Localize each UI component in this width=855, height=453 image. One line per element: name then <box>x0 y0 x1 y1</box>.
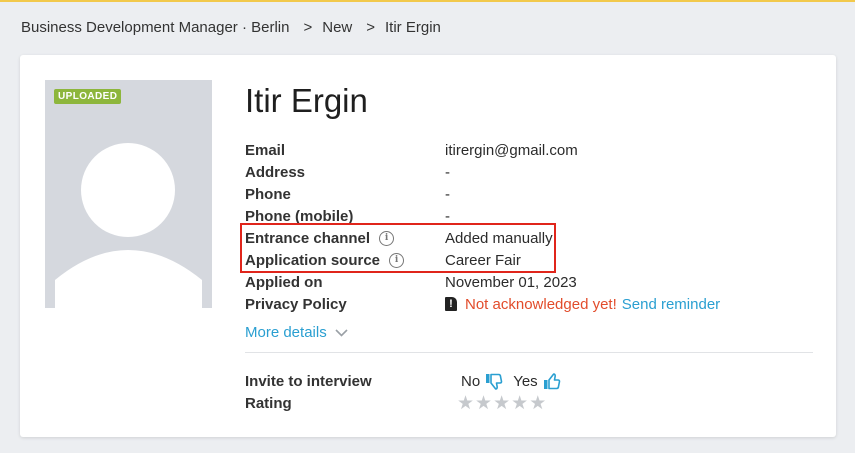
chevron-down-icon <box>335 328 348 337</box>
breadcrumb-separator: > <box>303 19 313 36</box>
phone-mobile-value: - <box>445 207 450 225</box>
rating-label: Rating <box>245 394 292 412</box>
field-row-privacy-policy: Privacy Policy ! Not acknowledged yet! S… <box>245 293 720 315</box>
breadcrumb-stage[interactable]: New <box>322 19 352 36</box>
breadcrumb-separator: > <box>366 19 376 36</box>
star-icon[interactable]: ★ <box>529 394 546 413</box>
invite-vote: No Yes <box>461 373 571 390</box>
info-icon[interactable]: i <box>389 252 405 268</box>
divider <box>245 352 813 353</box>
thumbs-up-icon <box>543 372 560 389</box>
address-value: - <box>445 163 450 181</box>
candidate-card: UPLOADED Itir Ergin Email itirergin@gmai… <box>20 55 836 437</box>
invite-section: Invite to interview No Yes Rating ★ ★ ★ … <box>245 370 571 414</box>
breadcrumb: Business Development Manager · Berlin > … <box>21 19 441 36</box>
send-reminder-link[interactable]: Send reminder <box>622 296 720 313</box>
breadcrumb-candidate: Itir Ergin <box>385 19 441 36</box>
candidate-name: Itir Ergin <box>245 82 368 119</box>
star-icon[interactable]: ★ <box>457 394 474 413</box>
invite-label: Invite to interview <box>245 372 372 390</box>
breadcrumb-job[interactable]: Business Development Manager · Berlin <box>21 19 289 36</box>
field-label: Address <box>245 163 306 181</box>
entrance-channel-value: Added manually <box>445 229 553 247</box>
warning-icon: ! <box>445 297 457 311</box>
more-details-toggle[interactable]: More details <box>245 324 348 341</box>
field-label: Phone (mobile) <box>245 207 354 225</box>
email-value[interactable]: itirergin@gmail.com <box>445 142 578 159</box>
star-icon[interactable]: ★ <box>511 394 528 413</box>
field-row-email: Email itirergin@gmail.com <box>245 139 720 161</box>
vote-no-button[interactable]: No <box>461 373 503 390</box>
star-icon[interactable]: ★ <box>493 394 510 413</box>
star-icon[interactable]: ★ <box>475 394 492 413</box>
field-label: Applied on <box>245 273 323 291</box>
phone-value: - <box>445 185 450 203</box>
field-label-wrap: Entrance channel i <box>245 230 445 247</box>
field-row-phone: Phone - <box>245 183 720 205</box>
info-icon[interactable]: i <box>379 230 395 246</box>
vote-yes-button[interactable]: Yes <box>513 373 560 390</box>
thumbs-down-icon <box>486 373 503 390</box>
field-row-entrance-channel: Entrance channel i Added manually <box>245 227 720 249</box>
vote-no-label: No <box>461 372 481 390</box>
more-details-label: More details <box>245 324 327 341</box>
privacy-status: Not acknowledged yet! <box>465 295 617 313</box>
rating-row: Rating ★ ★ ★ ★ ★ <box>245 392 571 414</box>
field-label: Entrance channel <box>245 229 371 247</box>
application-source-value: Career Fair <box>445 251 521 269</box>
field-row-phone-mobile: Phone (mobile) - <box>245 205 720 227</box>
field-row-applied-on: Applied on November 01, 2023 <box>245 271 720 293</box>
field-row-application-source: Application source i Career Fair <box>245 249 720 271</box>
rating-stars: ★ ★ ★ ★ ★ <box>457 394 547 413</box>
field-row-address: Address - <box>245 161 720 183</box>
invite-row: Invite to interview No Yes <box>245 370 571 392</box>
candidate-fields: Email itirergin@gmail.com Address - Phon… <box>245 139 720 315</box>
candidate-photo[interactable]: UPLOADED <box>45 80 212 308</box>
field-label: Application source <box>245 251 381 269</box>
vote-yes-label: Yes <box>513 372 538 390</box>
avatar-placeholder-icon <box>55 143 202 308</box>
uploaded-badge: UPLOADED <box>54 89 122 104</box>
top-accent-line <box>0 0 855 2</box>
applied-on-value: November 01, 2023 <box>445 273 577 291</box>
field-label: Phone <box>245 185 291 203</box>
field-label: Email <box>245 141 286 159</box>
privacy-policy-value: ! Not acknowledged yet! Send reminder <box>445 296 720 313</box>
field-label-wrap: Application source i <box>245 252 445 269</box>
field-label: Privacy Policy <box>245 295 347 313</box>
